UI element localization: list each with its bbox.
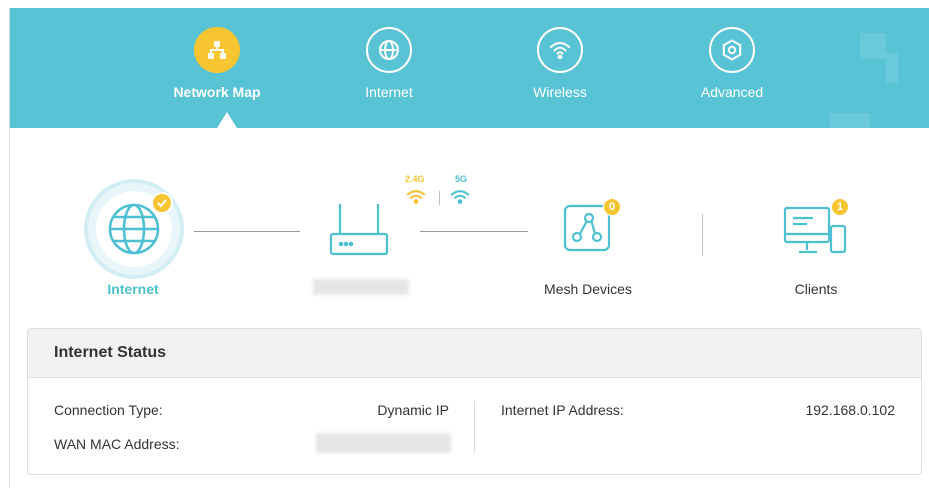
nav-advanced[interactable]: Advanced xyxy=(672,8,792,100)
band-5g-label: 5G xyxy=(455,174,468,184)
internet-node-ring xyxy=(88,183,180,275)
clients-count-badge: 1 xyxy=(831,198,849,216)
check-icon xyxy=(151,192,173,214)
globe-icon xyxy=(366,27,412,73)
internet-node-label: Internet xyxy=(107,281,159,297)
header-decoration xyxy=(886,53,898,83)
nav-internet[interactable]: Internet xyxy=(329,8,449,100)
internet-ip-label: Internet IP Address: xyxy=(501,402,624,418)
connection-type-label: Connection Type: xyxy=(54,402,163,418)
mesh-count-badge: 0 xyxy=(603,198,621,216)
header-decoration xyxy=(860,33,886,59)
band-24g-label: 2.4G xyxy=(405,174,425,184)
status-divider xyxy=(474,401,475,453)
connection-type-value: Dynamic IP xyxy=(377,402,449,418)
gear-icon xyxy=(709,27,755,73)
wan-mac-label: WAN MAC Address: xyxy=(54,436,180,452)
wifi-5g-icon xyxy=(450,188,470,211)
connector-line xyxy=(420,231,528,232)
mesh-devices-label: Mesh Devices xyxy=(544,281,632,297)
network-map-icon xyxy=(194,27,240,73)
header-decoration xyxy=(830,113,870,128)
nav-wireless-label: Wireless xyxy=(533,84,587,100)
band-separator xyxy=(439,191,440,205)
wifi-24g-icon xyxy=(406,188,426,211)
clients-label: Clients xyxy=(794,281,838,297)
wifi-icon xyxy=(537,27,583,73)
top-nav: Network Map Internet Wireless Advanced xyxy=(10,8,929,128)
nav-network-map-label: Network Map xyxy=(173,84,261,100)
internet-status-card: Internet Status Connection Type: Dynamic… xyxy=(27,328,922,475)
connector-line xyxy=(194,231,300,232)
router-icon xyxy=(328,202,390,263)
internet-ip-value: 192.168.0.102 xyxy=(805,402,895,418)
nav-internet-label: Internet xyxy=(365,84,413,100)
separator-line xyxy=(702,214,703,256)
active-tab-pointer xyxy=(217,112,237,128)
nav-wireless[interactable]: Wireless xyxy=(500,8,620,100)
router-name-redacted xyxy=(313,279,409,295)
nav-network-map[interactable]: Network Map xyxy=(157,8,277,100)
network-topology: Internet 2.4G 5G 0 Mesh Devices 1 Client… xyxy=(10,128,929,318)
nav-advanced-label: Advanced xyxy=(700,84,764,100)
wan-mac-redacted xyxy=(316,433,451,453)
internet-status-title: Internet Status xyxy=(28,329,921,378)
